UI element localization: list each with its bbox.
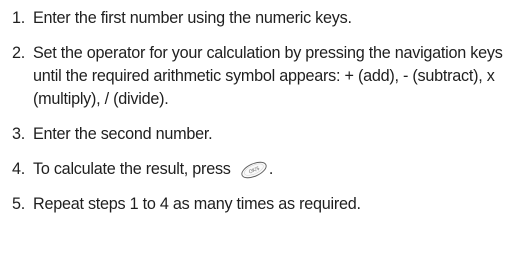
step-text: Enter the first number using the numeric… (33, 9, 352, 27)
step-number: 4. (12, 160, 26, 178)
step-text: Enter the second number. (33, 125, 213, 143)
step-3: 3. Enter the second number. (12, 123, 512, 146)
ok-key-icon: OK/$ (239, 160, 269, 180)
step-text-end: . (268, 160, 274, 178)
step-number: 2. (12, 44, 26, 62)
step-text: To calculate the result, press (33, 160, 231, 178)
step-number: 5. (12, 195, 26, 213)
step-number: 1. (12, 9, 26, 27)
step-text: Set the operator for your calculation by… (33, 44, 503, 108)
instruction-list: 1. Enter the first number using the nume… (12, 0, 512, 216)
step-number: 3. (12, 125, 26, 143)
step-5: 5. Repeat steps 1 to 4 as many times as … (12, 193, 512, 216)
step-2: 2. Set the operator for your calculation… (12, 42, 512, 111)
step-text: Repeat steps 1 to 4 as many times as req… (33, 195, 361, 213)
step-4: 4. To calculate the result, press OK/$ . (12, 158, 512, 181)
step-1: 1. Enter the first number using the nume… (12, 7, 512, 30)
